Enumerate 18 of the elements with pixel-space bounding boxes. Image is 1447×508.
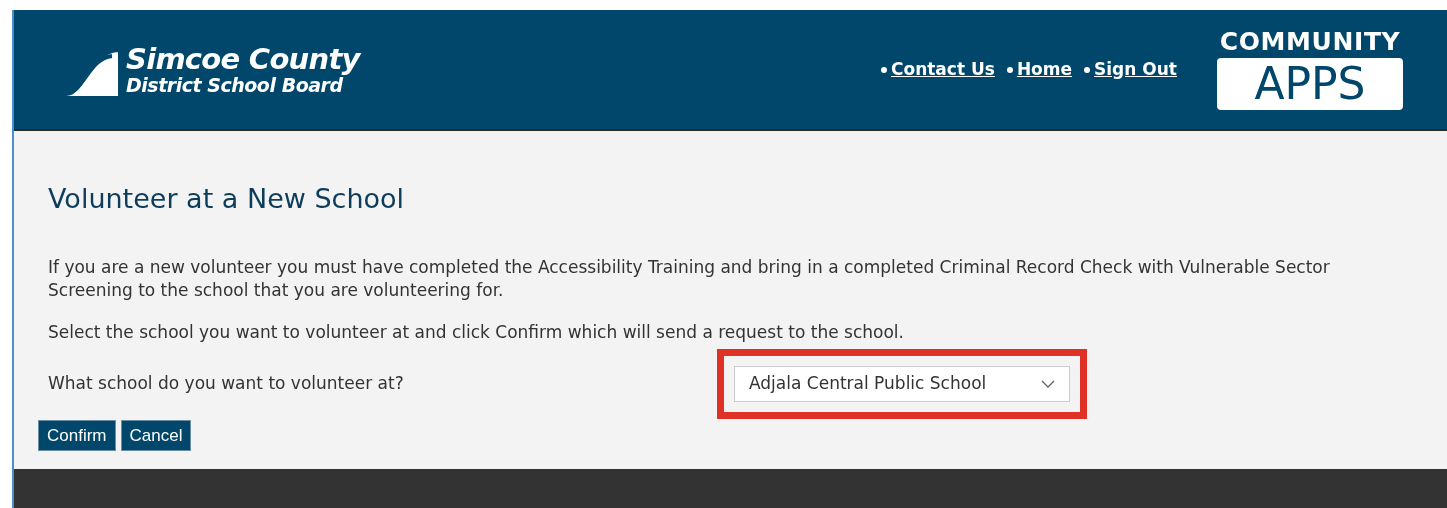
bullet-icon bbox=[1006, 66, 1013, 73]
logo-title: Simcoe County bbox=[126, 44, 360, 74]
bullet-icon bbox=[881, 66, 887, 73]
page-title: Volunteer at a New School bbox=[48, 182, 406, 216]
apps-logo-ticket: APPS bbox=[1217, 58, 1403, 110]
form-button[interactable]: Confirm bbox=[38, 419, 116, 451]
school-select[interactable]: Adjala Central Public School bbox=[734, 365, 1070, 402]
paragraph: If you are a new volunteer you must have completed the Accessibility Training and bring in a completed Criminal Record Check with Vulnerable Sector Screening to the school that you are volunteering for. bbox=[48, 255, 1331, 302]
nav-link[interactable]: Contact Us bbox=[891, 56, 995, 83]
nav-link[interactable]: Sign Out bbox=[1094, 56, 1177, 83]
question-label: What school do you want to volunteer at? bbox=[48, 371, 405, 395]
nav-link[interactable]: Home bbox=[1016, 56, 1073, 83]
bullet-icon bbox=[1084, 66, 1091, 73]
form-button[interactable]: Cancel bbox=[120, 419, 192, 451]
logo-subtitle: District School Board bbox=[126, 75, 344, 95]
apps-logo-title: COMMUNITY bbox=[1219, 29, 1401, 54]
chevron-down-icon bbox=[1041, 379, 1055, 388]
paragraph: Select the school you want to volunteer at and click Confirm which will send a request to the school. bbox=[48, 320, 905, 344]
